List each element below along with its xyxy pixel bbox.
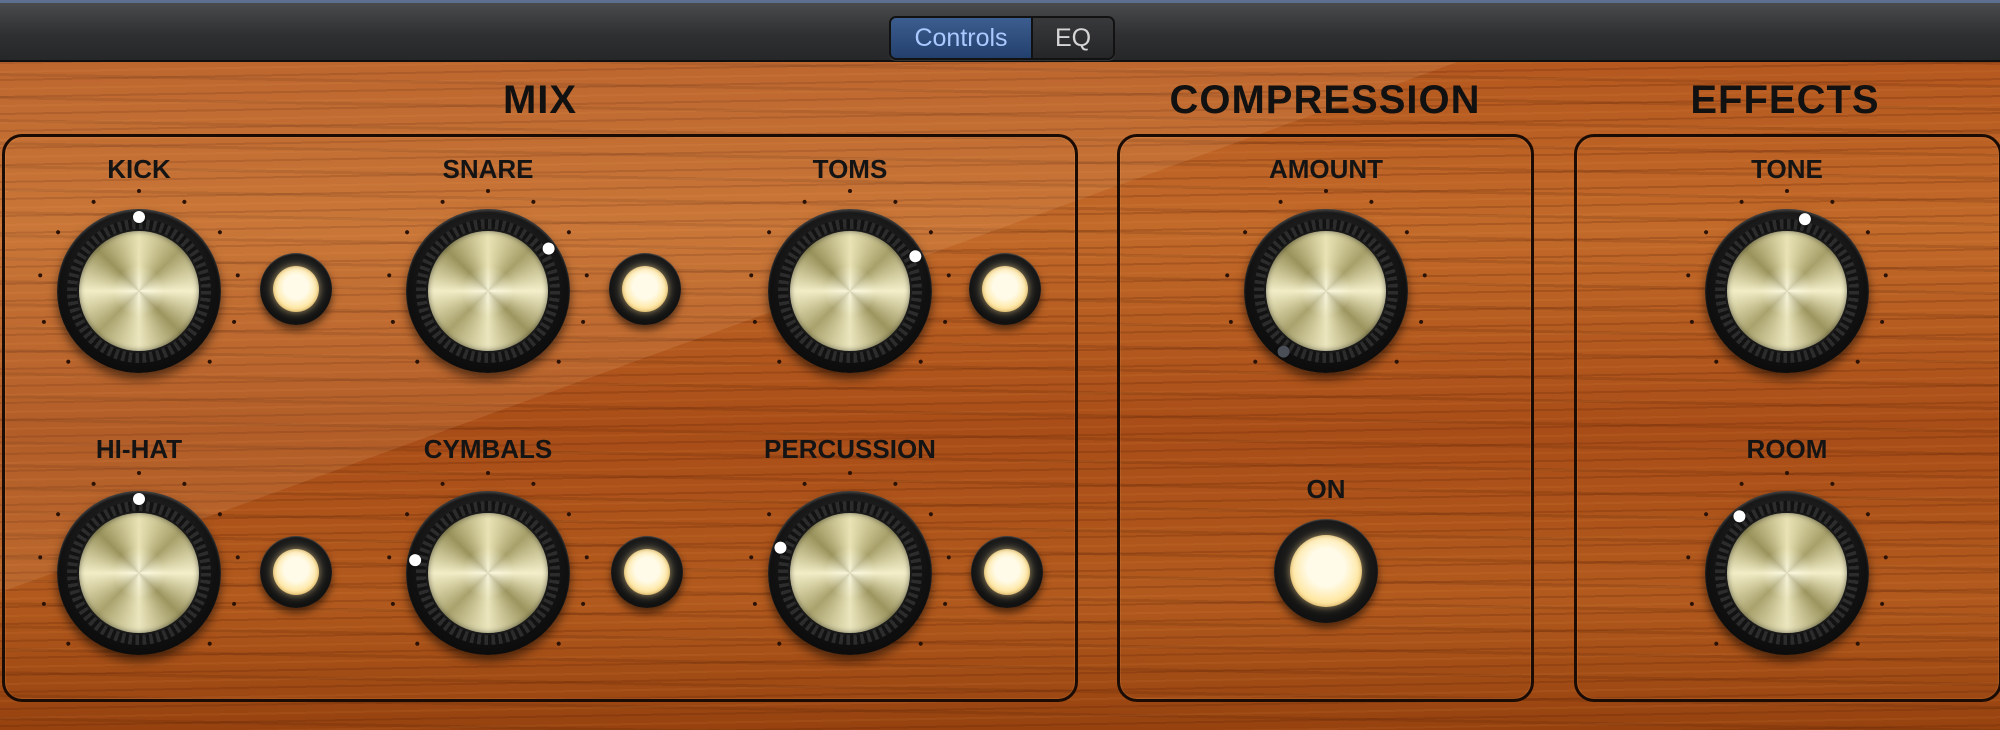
knob-pointer <box>57 209 221 373</box>
toms-knob[interactable] <box>768 209 932 373</box>
toms-label: TOMS <box>812 154 888 184</box>
snare-label: SNARE <box>442 154 534 184</box>
tone-label: TONE <box>1751 154 1823 184</box>
amount-label: AMOUNT <box>1268 154 1384 184</box>
hihat-enable-button[interactable] <box>260 536 332 608</box>
percussion-label: PERCUSSION <box>764 434 936 464</box>
mix-section-title: MIX <box>502 78 578 122</box>
percussion-knob[interactable] <box>768 491 932 655</box>
led-light <box>624 549 670 595</box>
kick-enable-button[interactable] <box>260 253 332 325</box>
cymbals-enable-button[interactable] <box>611 536 683 608</box>
snare-enable-button[interactable] <box>609 253 681 325</box>
knob-indicator-dot <box>133 211 145 223</box>
knob-indicator-dot <box>1797 211 1813 227</box>
knob-indicator-dot <box>408 553 423 568</box>
amount-knob[interactable] <box>1244 209 1408 373</box>
kick-label: KICK <box>107 154 171 184</box>
knob-indicator-dot <box>540 240 557 257</box>
led-light <box>273 266 319 312</box>
view-segmented-control: Controls EQ <box>889 16 1115 60</box>
compression-on-button[interactable] <box>1274 519 1378 623</box>
knob-indicator-dot <box>1730 507 1748 525</box>
cymbals-label: CYMBALS <box>423 434 553 464</box>
knob-pointer <box>393 478 583 668</box>
effects-section-title: EFFECTS <box>1690 78 1880 122</box>
kick-knob[interactable] <box>57 209 221 373</box>
eq-tab[interactable]: EQ <box>1033 18 1113 58</box>
drum-kit-panel: MIX COMPRESSION EFFECTS KICK SNARE TOMS … <box>0 62 2000 730</box>
room-knob[interactable] <box>1705 491 1869 655</box>
room-label: ROOM <box>1746 434 1828 464</box>
controls-tab[interactable]: Controls <box>891 18 1033 58</box>
compression-section-title: COMPRESSION <box>1169 78 1481 122</box>
led-light <box>984 549 1030 595</box>
percussion-enable-button[interactable] <box>971 536 1043 608</box>
knob-indicator-dot <box>133 493 145 505</box>
knob-indicator-dot <box>907 248 924 265</box>
hihat-label: HI-HAT <box>95 434 183 464</box>
led-light <box>982 266 1028 312</box>
led-light <box>1290 535 1362 607</box>
compression-on-label: ON <box>1306 474 1346 504</box>
top-toolbar: Controls EQ <box>0 0 2000 62</box>
cymbals-knob[interactable] <box>406 491 570 655</box>
knob-pointer <box>57 491 221 655</box>
toms-enable-button[interactable] <box>969 253 1041 325</box>
snare-knob[interactable] <box>406 209 570 373</box>
knob-indicator-dot <box>1275 343 1292 360</box>
tone-knob[interactable] <box>1705 209 1869 373</box>
knob-indicator-dot <box>772 540 789 556</box>
hihat-knob[interactable] <box>57 491 221 655</box>
led-light <box>622 266 668 312</box>
led-light <box>273 549 319 595</box>
